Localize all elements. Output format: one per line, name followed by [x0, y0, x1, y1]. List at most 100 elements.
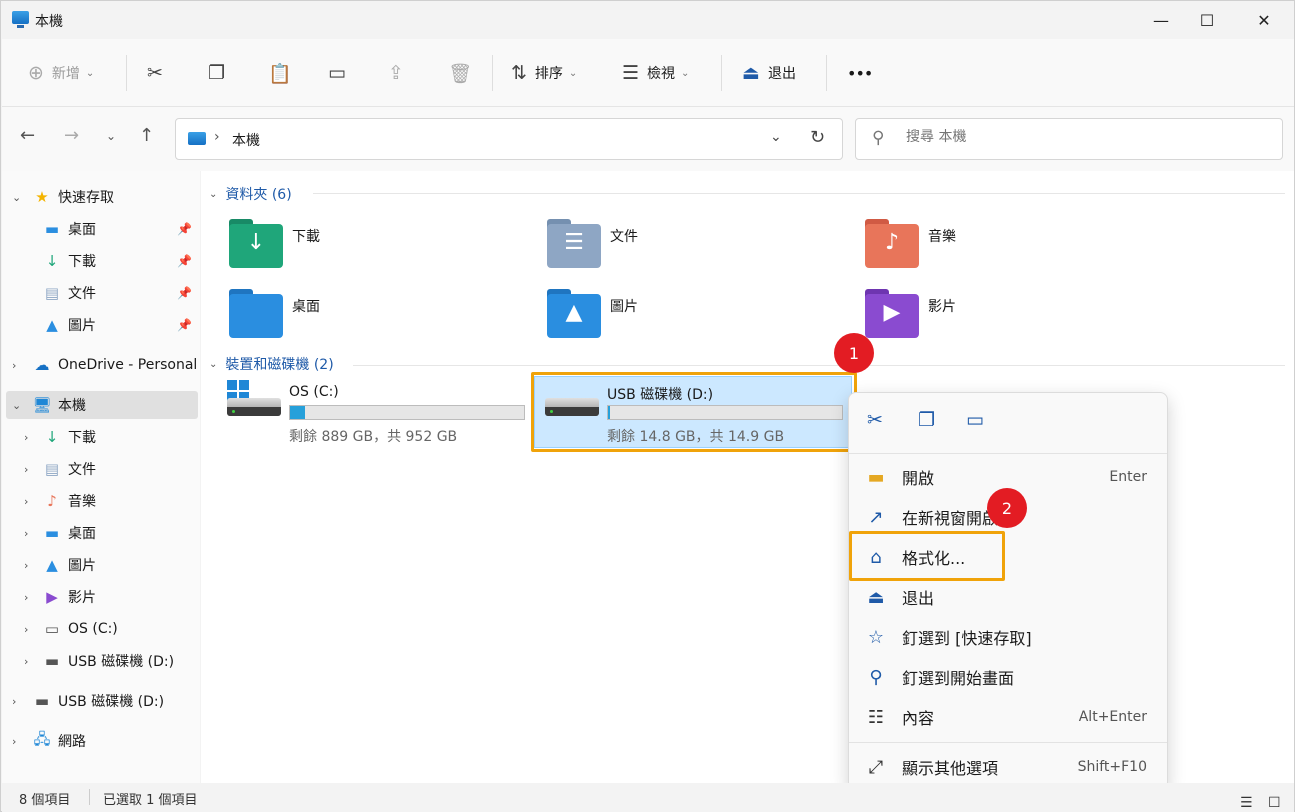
sidebar-item-downloads[interactable]: ↓ 下載 📌 — [2, 247, 198, 275]
folder-music[interactable]: ♪ 音樂 — [865, 219, 1165, 286]
pin-icon[interactable]: 📌 — [177, 318, 192, 332]
hard-drive-icon — [227, 398, 281, 416]
sidebar-item-label: 網路 — [58, 734, 86, 750]
devices-section-header[interactable]: ⌄ 裝置和磁碟機 (2) — [209, 354, 334, 374]
sidebar-item-pc-os-drive[interactable]: › ▭ OS (C:) — [2, 615, 198, 643]
folder-desktop[interactable]: 桌面 — [229, 289, 529, 356]
sidebar-item-network[interactable]: › 🖧 網路 — [2, 727, 198, 755]
copy-button[interactable]: ❐ — [208, 39, 233, 107]
sidebar-item-label: 音樂 — [68, 494, 96, 510]
download-icon: ↓ — [246, 230, 266, 255]
close-button[interactable]: ✕ — [1241, 1, 1287, 39]
menu-item-shortcut: Enter — [1109, 469, 1147, 485]
music-icon: ♪ — [47, 492, 57, 510]
view-button[interactable]: ☰ 檢視 ⌄ — [622, 39, 689, 107]
step2-badge: 2 — [987, 488, 1027, 528]
sidebar-item-desktop[interactable]: ▬ 桌面 📌 — [2, 215, 198, 243]
folder-videos[interactable]: ▶ 影片 — [865, 289, 1165, 356]
address-dropdown-icon[interactable]: ⌄ — [770, 129, 782, 145]
sidebar-item-label: 圖片 — [68, 318, 96, 334]
chevron-right-icon: › — [12, 358, 17, 372]
sort-label: 排序 — [534, 66, 563, 82]
pin-icon[interactable]: 📌 — [177, 254, 192, 268]
refresh-icon[interactable]: ↻ — [810, 127, 825, 148]
scissors-icon: ✂ — [147, 62, 163, 84]
sidebar-item-quick-access[interactable]: ⌄ ★ 快速存取 — [2, 183, 198, 211]
pin-icon[interactable]: 📌 — [177, 222, 192, 236]
menu-item-label: 在新視窗開啟 — [902, 509, 999, 528]
menu-item-eject[interactable]: ⏏ 退出 — [849, 577, 1167, 617]
sidebar-item-pc-desktop[interactable]: › ▬ 桌面 — [2, 519, 198, 547]
sort-button[interactable]: ⇅ 排序 ⌄ — [511, 39, 577, 107]
minimize-button[interactable]: — — [1138, 1, 1184, 39]
eject-icon: ⏏ — [867, 586, 885, 608]
navigation-row: ← → ⌄ ↑ › 本機 ⌄ ↻ ⚲ — [2, 107, 1294, 171]
rename-button[interactable]: ▭ — [328, 39, 354, 107]
sidebar-item-pc-pictures[interactable]: › ▲ 圖片 — [2, 551, 198, 579]
sidebar-item-label: OS (C:) — [68, 621, 118, 637]
back-button[interactable]: ← — [20, 125, 35, 146]
view-icon: ☰ — [622, 62, 640, 84]
sidebar-item-pc-downloads[interactable]: › ↓ 下載 — [2, 423, 198, 451]
step1-highlight-box — [531, 372, 857, 452]
forward-button[interactable]: → — [64, 125, 79, 146]
new-button[interactable]: ⊕ 新增 ⌄ — [28, 39, 94, 107]
address-bar[interactable]: › 本機 ⌄ ↻ — [175, 118, 843, 160]
chevron-down-icon: ⌄ — [85, 67, 95, 79]
menu-item-more-options[interactable]: ⤢ 顯示其他選項 Shift+F10 — [849, 747, 1167, 787]
folder-icon: ▬ — [867, 466, 885, 488]
maximize-icon: ☐ — [1199, 10, 1215, 30]
sidebar-item-pc-videos[interactable]: › ▶ 影片 — [2, 583, 198, 611]
address-path[interactable]: 本機 — [232, 130, 260, 150]
folder-downloads[interactable]: ↓ 下載 — [229, 219, 529, 286]
pictures-icon: ▲ — [46, 316, 58, 334]
more-options-button[interactable]: ••• — [847, 39, 873, 107]
delete-button[interactable]: 🗑 — [448, 39, 480, 107]
rename-icon[interactable]: ▭ — [966, 409, 984, 431]
chevron-right-icon: › — [24, 494, 29, 508]
folder-documents[interactable]: ☰ 文件 — [547, 219, 847, 286]
search-input[interactable] — [906, 129, 1266, 145]
sidebar-item-onedrive[interactable]: › ☁ OneDrive - Personal — [2, 351, 198, 379]
properties-icon: ☷ — [867, 706, 885, 728]
step1-badge: 1 — [834, 333, 874, 373]
sidebar-item-pc-documents[interactable]: › ▤ 文件 — [2, 455, 198, 483]
eject-button[interactable]: ⏏ 退出 — [742, 39, 796, 107]
up-button[interactable]: ↑ — [139, 125, 154, 146]
chevron-right-icon: › — [12, 734, 17, 748]
menu-item-pin-quick-access[interactable]: ☆ 釘選到 [快速存取] — [849, 617, 1167, 657]
menu-item-pin-start[interactable]: ⚲ 釘選到開始畫面 — [849, 657, 1167, 697]
menu-item-label: 顯示其他選項 — [902, 759, 999, 778]
sort-icon: ⇅ — [511, 62, 527, 84]
sidebar-item-this-pc[interactable]: ⌄ 🖥 本機 — [6, 391, 198, 419]
sidebar-item-pc-music[interactable]: › ♪ 音樂 — [2, 487, 198, 515]
copy-icon[interactable]: ❐ — [918, 409, 935, 431]
details-view-icon: ☰ — [1240, 795, 1253, 811]
sidebar-item-pictures[interactable]: ▲ 圖片 📌 — [2, 311, 198, 339]
devices-header-label: 裝置和磁碟機 (2) — [225, 357, 334, 373]
pin-icon: ⚲ — [869, 666, 883, 688]
cut-icon[interactable]: ✂ — [867, 409, 883, 431]
desktop-icon: ▬ — [44, 524, 60, 542]
folder-pictures[interactable]: ▲ 圖片 — [547, 289, 847, 356]
search-box[interactable]: ⚲ — [855, 118, 1283, 160]
pin-icon[interactable]: 📌 — [177, 286, 192, 300]
cut-button[interactable]: ✂ — [147, 39, 171, 107]
document-icon: ▤ — [44, 284, 60, 302]
recent-locations-button[interactable]: ⌄ — [106, 129, 116, 143]
sidebar-item-label: 本機 — [58, 398, 86, 414]
share-button[interactable]: ⇪ — [388, 39, 412, 107]
sidebar-item-usb-drive[interactable]: › ▬ USB 磁碟機 (D:) — [2, 687, 198, 715]
sidebar-item-label: 桌面 — [68, 526, 96, 542]
maximize-button[interactable]: ☐ — [1184, 1, 1230, 39]
drive-os-c[interactable]: OS (C:) 剩餘 889 GB，共 952 GB — [227, 376, 527, 448]
chevron-down-icon: ⌄ — [106, 129, 117, 143]
play-icon: ▶ — [883, 300, 901, 325]
folders-section-header[interactable]: ⌄ 資料夾 (6) — [209, 184, 292, 204]
document-lines-icon: ☰ — [564, 230, 584, 255]
paste-button[interactable]: 📋 — [268, 39, 300, 107]
menu-item-shortcut: Shift+F10 — [1077, 759, 1147, 775]
sidebar-item-documents[interactable]: ▤ 文件 📌 — [2, 279, 198, 307]
sidebar-item-pc-usb-drive[interactable]: › ▬ USB 磁碟機 (D:) — [2, 647, 198, 675]
menu-item-properties[interactable]: ☷ 內容 Alt+Enter — [849, 697, 1167, 737]
